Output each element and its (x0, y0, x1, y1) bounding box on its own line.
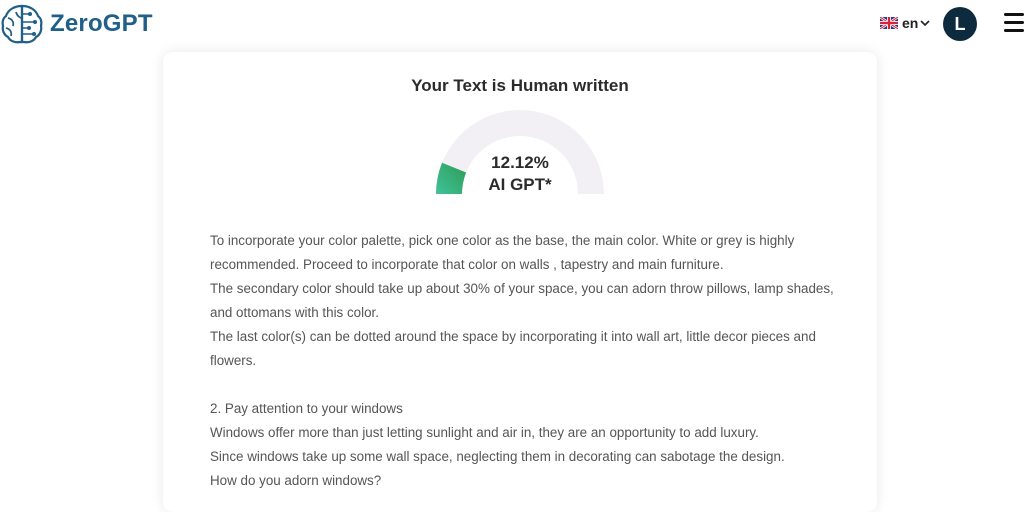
text-line: The secondary color should take up about… (210, 281, 834, 296)
uk-flag-icon (880, 17, 898, 29)
brand-name: ZeroGPT (50, 10, 153, 37)
logo[interactable]: ZeroGPT (0, 2, 153, 46)
ai-gpt-label: AI GPT* (488, 175, 552, 194)
hamburger-menu-icon[interactable] (1004, 13, 1024, 35)
chevron-down-icon (920, 20, 930, 27)
text-line: Windows offer more than just letting sun… (210, 425, 759, 440)
brain-icon (1, 4, 43, 44)
text-line: flowers. (210, 353, 257, 368)
text-line: How do you adorn windows? (210, 473, 382, 488)
gauge-label: 12.12% AI GPT* (163, 152, 877, 196)
avatar-letter: L (954, 13, 966, 34)
ai-percentage: 12.12% (491, 153, 549, 172)
text-line: Since windows take up some wall space, n… (210, 449, 785, 464)
text-line: The last color(s) can be dotted around t… (210, 329, 816, 344)
text-line (210, 373, 850, 397)
result-card: Your Text is Human written 12.12% AI GPT… (163, 52, 877, 512)
text-line: To incorporate your color palette, pick … (210, 233, 795, 248)
result-title: Your Text is Human written (411, 76, 629, 95)
text-line: recommended. Proceed to incorporate that… (210, 257, 724, 272)
text-line: 2. Pay attention to your windows (210, 401, 403, 416)
language-label: en (902, 15, 919, 31)
analyzed-text: To incorporate your color palette, pick … (210, 229, 850, 493)
text-line: and ottomans with this color. (210, 305, 379, 320)
top-navigation-bar: ZeroGPT en L (0, 0, 1024, 48)
language-selector[interactable]: en (880, 15, 930, 31)
avatar[interactable]: L (943, 7, 977, 41)
